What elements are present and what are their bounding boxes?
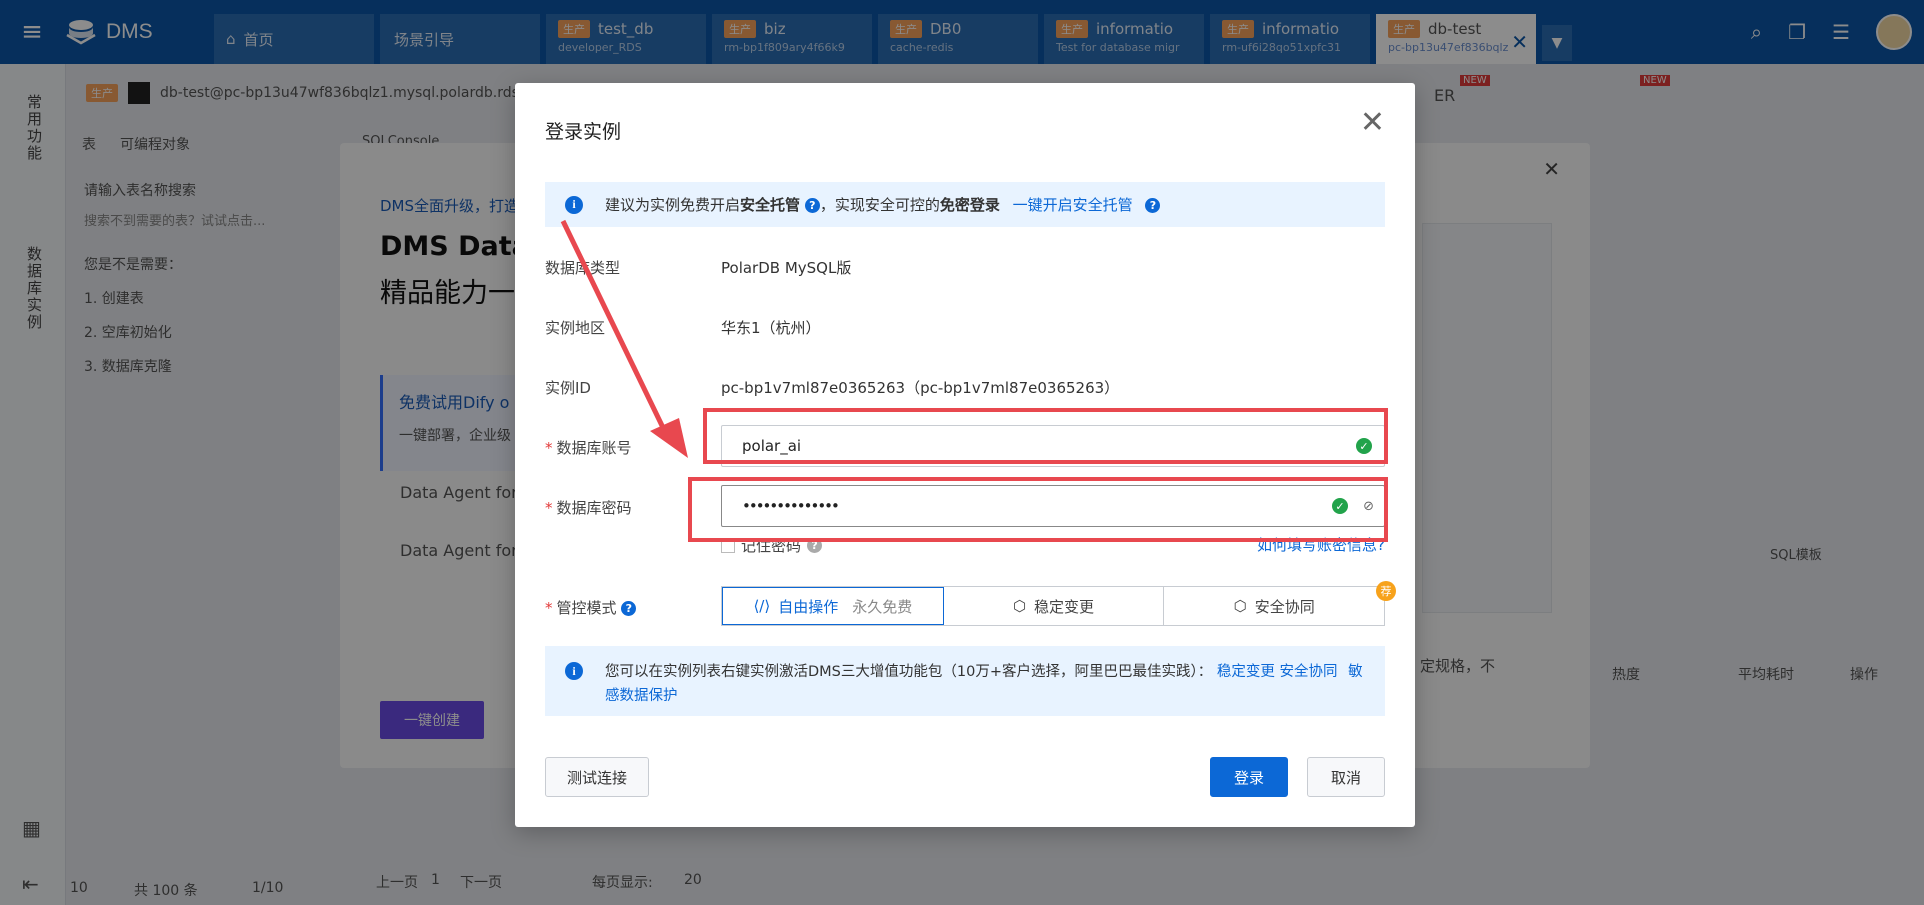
- info-icon: i: [565, 662, 583, 680]
- close-icon[interactable]: ✕: [1360, 105, 1385, 140]
- hexagon-icon: ⬡: [1012, 597, 1027, 615]
- account-highlight-box: [703, 408, 1388, 464]
- password-highlight-box: [688, 477, 1388, 542]
- region-label: 实例地区: [545, 319, 606, 337]
- security-notice: i 建议为实例免费开启安全托管 ? ，实现安全可控的免密登录 一键开启安全托管 ?: [545, 182, 1385, 227]
- help-icon[interactable]: ?: [621, 601, 637, 616]
- cancel-button[interactable]: 取消: [1307, 757, 1385, 797]
- tip-text: 您可以在实例列表右键实例激活DMS三大增值功能包（10万+客户选择，阿里巴巴最佳…: [605, 664, 1363, 704]
- mode-security-collab[interactable]: ⬡ 安全协同: [1164, 587, 1384, 625]
- value-added-tip: i 您可以在实例列表右键实例激活DMS三大增值功能包（10万+客户选择，阿里巴巴…: [545, 646, 1385, 716]
- account-label: * 数据库账号: [545, 439, 632, 457]
- region-value: 华东1（杭州）: [721, 319, 821, 337]
- password-label: * 数据库密码: [545, 499, 632, 517]
- free-forever-tag: 永久免费: [852, 597, 913, 616]
- control-mode-selector: ⟨/⟩ 自由操作 永久免费 ⬡ 稳定变更 ⬡ 安全协同: [721, 586, 1385, 626]
- dialog-title: 登录实例: [545, 121, 622, 143]
- shield-icon: ⬡: [1233, 597, 1247, 615]
- security-collab-link[interactable]: 安全协同: [1279, 664, 1337, 680]
- mode-free-operation[interactable]: ⟨/⟩ 自由操作 永久免费: [722, 587, 944, 625]
- mode-stable-change[interactable]: ⬡ 稳定变更: [944, 587, 1165, 625]
- code-icon: ⟨/⟩: [753, 597, 771, 615]
- mode-label: * 管控模式 ?: [545, 597, 637, 618]
- help-icon[interactable]: ?: [1145, 198, 1161, 213]
- test-connection-button[interactable]: 测试连接: [545, 757, 649, 797]
- enable-security-link[interactable]: 一键开启安全托管: [1013, 196, 1133, 214]
- help-icon[interactable]: ?: [804, 198, 820, 213]
- login-button[interactable]: 登录: [1210, 757, 1288, 797]
- instance-id-label: 实例ID: [545, 379, 591, 397]
- db-type-value: PolarDB MySQL版: [721, 259, 852, 277]
- info-icon: i: [565, 195, 583, 214]
- stable-change-link[interactable]: 稳定变更: [1217, 664, 1275, 680]
- db-type-label: 数据库类型: [545, 259, 621, 277]
- recommend-badge: 荐: [1376, 581, 1396, 601]
- instance-id-value: pc-bp1v7ml87e0365263（pc-bp1v7ml87e036526…: [721, 379, 1120, 397]
- notice-text: 建议为实例免费开启安全托管 ? ，实现安全可控的免密登录 一键开启安全托管 ?: [605, 194, 1161, 215]
